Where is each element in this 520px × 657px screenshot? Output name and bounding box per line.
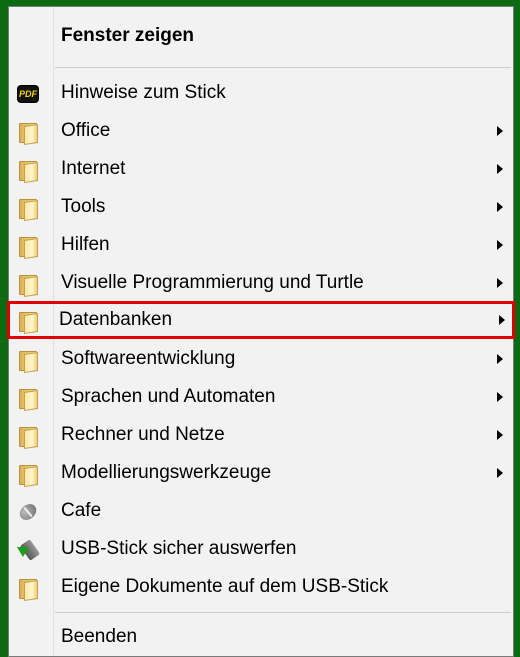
menu-item-label: Cafe xyxy=(61,500,102,521)
menu-item-label: Hinweise zum Stick xyxy=(61,82,226,103)
menu-item-label: Eigene Dokumente auf dem USB-Stick xyxy=(61,576,389,597)
menu-item-hilfen[interactable]: Hilfen xyxy=(9,226,513,264)
menu-item-label: Hilfen xyxy=(61,234,110,255)
menu-item-rechner-netze[interactable]: Rechner und Netze xyxy=(9,416,513,454)
pdf-icon: PDF xyxy=(17,83,39,105)
submenu-arrow-icon xyxy=(499,315,505,325)
menu-item-modellierungswerkzeuge[interactable]: Modellierungswerkzeuge xyxy=(9,454,513,492)
menu-item-label: Datenbanken xyxy=(59,309,173,330)
menu-item-label: Softwareentwicklung xyxy=(61,348,236,369)
menu-header-label: Fenster zeigen xyxy=(61,25,195,46)
menu-item-hinweise[interactable]: PDF Hinweise zum Stick xyxy=(9,74,513,112)
submenu-arrow-icon xyxy=(497,202,503,212)
menu-item-cafe[interactable]: Cafe xyxy=(9,492,513,530)
context-menu: Fenster zeigen PDF Hinweise zum Stick Of… xyxy=(7,6,515,657)
submenu-arrow-icon xyxy=(497,468,503,478)
menu-item-eigene-dokumente[interactable]: Eigene Dokumente auf dem USB-Stick xyxy=(9,568,513,606)
submenu-arrow-icon xyxy=(497,354,503,364)
menu-item-internet[interactable]: Internet xyxy=(9,150,513,188)
folder-icon xyxy=(17,387,39,411)
menu-item-label: Office xyxy=(61,120,111,141)
menu-item-label: Rechner und Netze xyxy=(61,424,225,445)
menu-separator-top xyxy=(55,67,511,68)
folder-icon xyxy=(17,577,39,601)
menu-separator-bottom xyxy=(55,612,511,613)
menu-item-label: Sprachen und Automaten xyxy=(61,386,276,407)
submenu-arrow-icon xyxy=(497,278,503,288)
folder-icon xyxy=(17,197,39,221)
menu-item-tools[interactable]: Tools xyxy=(9,188,513,226)
menu-item-office[interactable]: Office xyxy=(9,112,513,150)
menu-item-label: Internet xyxy=(61,158,126,179)
folder-icon xyxy=(17,310,39,334)
folder-icon xyxy=(17,349,39,373)
submenu-arrow-icon xyxy=(497,126,503,136)
menu-item-label: Tools xyxy=(61,196,106,217)
submenu-arrow-icon xyxy=(497,240,503,250)
menu-footer-label: Beenden xyxy=(61,626,138,647)
menu-item-label: Modellierungswerkzeuge xyxy=(61,462,272,483)
menu-item-softwareentwicklung[interactable]: Softwareentwicklung xyxy=(9,340,513,378)
usb-eject-icon xyxy=(17,539,41,561)
folder-icon xyxy=(17,121,39,145)
folder-icon xyxy=(17,425,39,449)
folder-icon xyxy=(17,273,39,297)
menu-item-sprachen-automaten[interactable]: Sprachen und Automaten xyxy=(9,378,513,416)
folder-icon xyxy=(17,159,39,183)
menu-item-visuelle-programmierung[interactable]: Visuelle Programmierung und Turtle xyxy=(9,264,513,302)
menu-item-datenbanken[interactable]: Datenbanken xyxy=(7,301,515,339)
menu-item-label: Visuelle Programmierung und Turtle xyxy=(61,272,364,293)
menu-item-usb-auswerfen[interactable]: USB-Stick sicher auswerfen xyxy=(9,530,513,568)
folder-icon xyxy=(17,463,39,487)
coffee-bean-icon xyxy=(16,500,40,524)
folder-icon xyxy=(17,235,39,259)
submenu-arrow-icon xyxy=(497,392,503,402)
menu-item-label: USB-Stick sicher auswerfen xyxy=(61,538,297,559)
submenu-arrow-icon xyxy=(497,430,503,440)
menu-item-show-window[interactable]: Fenster zeigen xyxy=(9,17,513,55)
submenu-arrow-icon xyxy=(497,164,503,174)
menu-item-beenden[interactable]: Beenden xyxy=(9,618,513,656)
